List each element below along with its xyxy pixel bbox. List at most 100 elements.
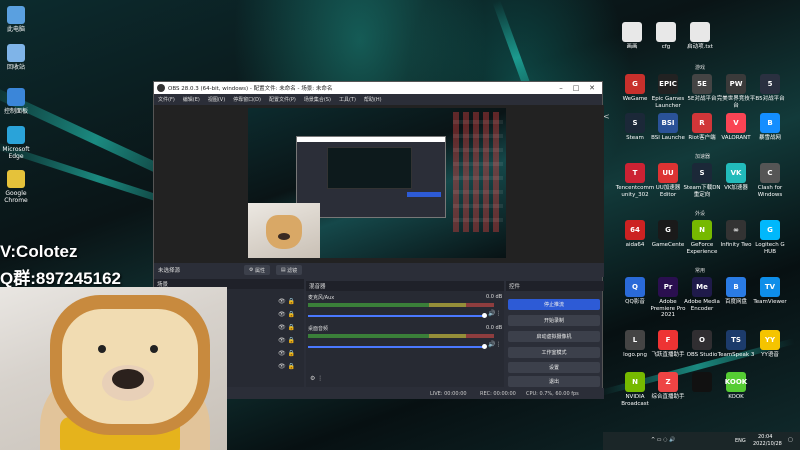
control-button-5[interactable]: 退出 xyxy=(508,376,600,387)
app-logo-icon xyxy=(692,372,712,392)
minimize-button[interactable]: – xyxy=(554,82,568,94)
app-icon-1-4[interactable]: B 暴雪战网 xyxy=(750,113,790,142)
obs-titlebar: OBS 28.0.3 (64-bit, windows) - 配置文件: 未命名… xyxy=(154,82,602,94)
menu-item-2[interactable]: 视图(V) xyxy=(208,96,225,103)
app-icon-2-4[interactable]: C Clash for Windows xyxy=(750,163,790,198)
app-logo-icon: S xyxy=(625,113,645,133)
app-icon-6-3[interactable]: KOOK KOOK xyxy=(716,372,756,401)
desktop-icon-0[interactable]: 此电脑 xyxy=(0,6,38,33)
menu-item-1[interactable]: 编辑(E) xyxy=(183,96,200,103)
taskbar: ^ ▭ ◌ 🔊 ENG 20:04 2022/10/28 ▢ xyxy=(603,432,800,450)
overlay-line-2: Q群:897245162 xyxy=(0,269,121,288)
app-logo-icon: R xyxy=(692,113,712,133)
mixer-dock: 麦克风/Aux 0.0 dB 🔊⋮ 桌面音频 0.0 dB 🔊⋮ ⚙ ⋮ xyxy=(306,291,504,387)
live-status: LIVE: 00:00:00 xyxy=(430,390,467,397)
app-logo-icon: N xyxy=(625,372,645,392)
app-logo-icon: Q xyxy=(625,277,645,297)
mixer-channel-1-fader[interactable] xyxy=(308,315,484,317)
file-label: 启动项.txt xyxy=(687,44,713,50)
desktop-icon-4[interactable]: Google Chrome xyxy=(0,170,38,204)
text-file-icon xyxy=(690,22,710,42)
notification-icon[interactable]: ▢ xyxy=(788,437,793,443)
filters-button[interactable]: ▤ 滤镜 xyxy=(276,265,302,275)
control-button-0[interactable]: 停止推流 xyxy=(508,299,600,310)
app-logo-icon: 5 xyxy=(760,74,780,94)
file-icon-2[interactable]: 启动项.txt xyxy=(680,22,720,51)
control-button-3[interactable]: 工作室模式 xyxy=(508,347,600,358)
app-icon-4-4[interactable]: TV TeamViewer xyxy=(750,277,790,306)
app-logo-icon: C xyxy=(760,163,780,183)
obs-menubar: 文件(F) 编辑(E) 视图(V) 停靠窗口(D) 配置文件(P) 场景集合(S) 工具(T… xyxy=(154,94,602,105)
mixer-channel-2-knob[interactable] xyxy=(482,344,487,349)
dog-eye-right xyxy=(150,345,158,353)
preview-canvas[interactable] xyxy=(248,108,506,258)
mixer-channel-1-icons[interactable]: 🔊⋮ xyxy=(488,310,501,317)
tray-icons[interactable]: ^ ▭ ◌ 🔊 xyxy=(651,437,675,443)
menu-item-5[interactable]: 场景集合(S) xyxy=(304,96,331,103)
source-toolbar: 未选择源 ⚙ 属性 ▤ 滤镜 xyxy=(154,263,604,277)
menu-item-4[interactable]: 配置文件(P) xyxy=(269,96,296,103)
maximize-button[interactable]: □ xyxy=(569,82,583,94)
desktop-icon-label: 控制面板 xyxy=(3,108,28,115)
computer-icon xyxy=(7,6,25,24)
app-label: 综合直播助手 xyxy=(651,394,685,400)
app-logo-icon: 5E xyxy=(692,74,712,94)
file-icon xyxy=(656,22,676,42)
source-visibility-icons[interactable]: 👁 🔒 👁 🔒 👁 🔒 👁 🔒 👁 🔒 👁 🔒 xyxy=(278,295,295,373)
mixer-channel-2-meter xyxy=(308,334,494,338)
mixer-channel-2-db: 0.0 dB xyxy=(486,325,503,331)
app-icon-5-4[interactable]: YY YY语音 xyxy=(750,330,790,359)
mixer-channel-1-knob[interactable] xyxy=(482,313,487,318)
desktop-icon-2[interactable]: 控制面板 xyxy=(0,88,38,115)
app-logo-icon: YY xyxy=(760,330,780,350)
mixer-settings-icons[interactable]: ⚙ ⋮ xyxy=(310,375,323,382)
obs-title: OBS 28.0.3 (64-bit, windows) - 配置文件: 未命名… xyxy=(168,86,333,92)
app-logo-icon: VK xyxy=(726,163,746,183)
app-icon-3-4[interactable]: G Logitech G HUB xyxy=(750,220,790,255)
menu-item-3[interactable]: 停靠窗口(D) xyxy=(233,96,261,103)
control-button-1[interactable]: 开始录制 xyxy=(508,315,600,326)
app-label: Logitech G HUB xyxy=(755,242,785,255)
app-logo-icon: TV xyxy=(760,277,780,297)
group-title-4: 常用 xyxy=(695,268,706,274)
edge-icon xyxy=(7,126,25,144)
taskbar-date[interactable]: 2022/10/28 xyxy=(753,441,782,447)
app-logo-icon: BSI xyxy=(658,113,678,133)
app-logo-icon: B xyxy=(760,113,780,133)
share-icon[interactable]: < xyxy=(603,112,610,121)
desktop-icon-label: 此电脑 xyxy=(6,26,25,33)
no-source-label: 未选择源 xyxy=(158,268,181,274)
desktop-icon-1[interactable]: 回收站 xyxy=(0,44,38,71)
app-logo-icon: G xyxy=(658,220,678,240)
menu-item-0[interactable]: 文件(F) xyxy=(158,96,175,103)
app-logo-icon: EPIC xyxy=(658,74,678,94)
group-title-3: 外设 xyxy=(695,211,706,217)
app-logo-icon: O xyxy=(692,330,712,350)
taskbar-lang[interactable]: ENG xyxy=(735,438,746,444)
mixer-channel-2-fader[interactable] xyxy=(308,346,484,348)
control-button-4[interactable]: 设置 xyxy=(508,362,600,373)
menu-item-6[interactable]: 工具(T) xyxy=(339,96,356,103)
preview-webcam xyxy=(248,203,320,258)
app-logo-icon: Z xyxy=(658,372,678,392)
app-logo-icon: KOOK xyxy=(725,372,747,392)
control-button-2[interactable]: 启动虚拟摄像机 xyxy=(508,331,600,342)
app-logo-icon: V xyxy=(726,113,746,133)
group-title-2: 加速器 xyxy=(695,154,711,160)
close-button[interactable]: ✕ xyxy=(585,82,599,94)
app-logo-icon: L xyxy=(625,330,645,350)
taskbar-time[interactable]: 20:04 xyxy=(758,434,772,440)
desktop-icon-label: Microsoft Edge xyxy=(2,146,30,160)
menu-item-7[interactable]: 帮助(H) xyxy=(364,96,382,103)
app-label: TeamViewer xyxy=(753,299,787,305)
recycle-bin-icon xyxy=(7,44,25,62)
mixer-dock-header: 混音器 xyxy=(306,281,504,291)
desktop-icon-3[interactable]: Microsoft Edge xyxy=(0,126,38,160)
app-logo-icon: N xyxy=(692,220,712,240)
app-icon-0-4[interactable]: 5 B5对战平台 xyxy=(750,74,790,103)
properties-button[interactable]: ⚙ 属性 xyxy=(244,265,270,275)
mixer-channel-2-icons[interactable]: 🔊⋮ xyxy=(488,341,501,348)
app-label: Clash for Windows xyxy=(757,185,783,198)
mixer-channel-1-db: 0.0 dB xyxy=(486,294,503,300)
app-logo-icon: PW xyxy=(726,74,746,94)
